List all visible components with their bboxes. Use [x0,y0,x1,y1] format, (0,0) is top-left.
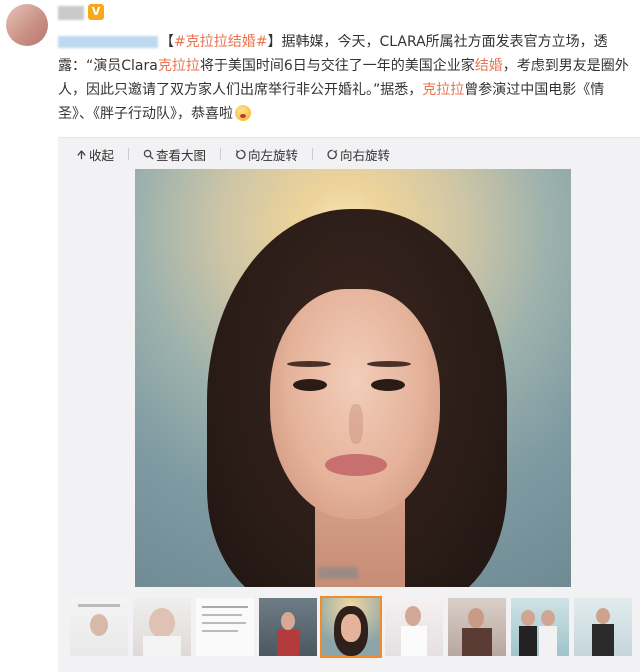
watermark-blurred [318,567,358,579]
media-viewer: 收起 查看大图 向左旋转 向右旋转 [58,137,640,672]
keyword-link[interactable]: 克拉拉 [158,58,200,74]
thumbnail[interactable] [70,598,128,656]
rotate-left-button[interactable]: 向左旋转 [235,145,298,164]
thumbnail[interactable] [511,598,569,656]
image-toolbar: 收起 查看大图 向左旋转 向右旋转 [76,144,390,164]
collapse-button[interactable]: 收起 [76,145,114,164]
hashtag-link[interactable]: #克拉拉结婚# [174,34,267,50]
thumbnail[interactable] [385,598,443,656]
blurred-link[interactable] [58,36,158,48]
thumbnail-selected[interactable] [320,596,382,658]
post-text: 【#克拉拉结婚#】据韩媒，今天，CLARA所属社方面发表官方立场，透露：“演员C… [58,34,629,122]
thumbnail[interactable] [448,598,506,656]
thumbnail-strip [70,596,632,658]
divider [312,148,314,160]
thumbnail[interactable] [133,598,191,656]
divider [220,148,222,160]
main-photo[interactable] [135,169,571,587]
collapse-icon [77,149,86,159]
user-avatar[interactable] [6,4,48,46]
username-blurred[interactable] [58,6,84,20]
photo-eye [293,379,327,391]
view-large-button[interactable]: 查看大图 [143,145,206,164]
divider [128,148,130,160]
rotate-right-icon [327,149,338,159]
keyword-link[interactable]: 结婚 [475,58,503,74]
photo-lips [325,454,387,476]
search-icon [143,149,154,160]
photo-nose [349,404,363,444]
rotate-right-button[interactable]: 向右旋转 [327,145,390,164]
keyword-link[interactable]: 克拉拉 [422,82,464,98]
verified-badge-icon: V [88,4,104,20]
thumbnail[interactable] [196,598,254,656]
photo-brow [287,361,331,367]
photo-brow [367,361,411,367]
surprised-emoji-icon [235,105,251,121]
thumbnail[interactable] [259,598,317,656]
rotate-left-icon [235,149,246,159]
photo-eye [371,379,405,391]
thumbnail[interactable] [574,598,632,656]
